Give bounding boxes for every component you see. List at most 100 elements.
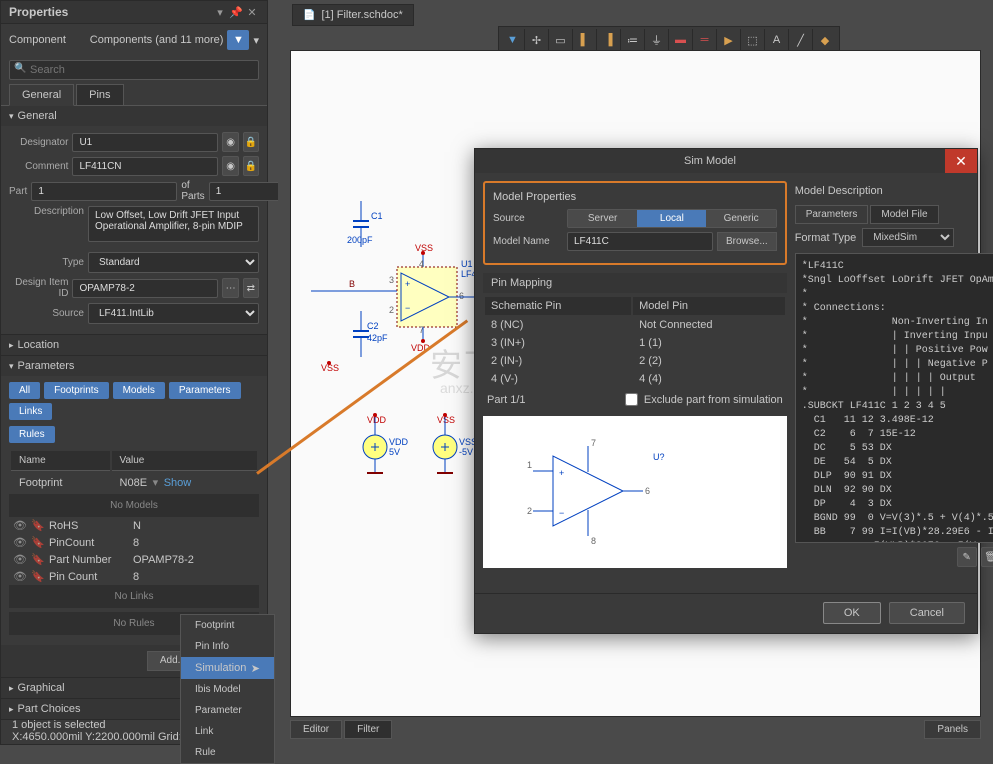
panels-button[interactable]: Panels [924,720,981,739]
pin-row[interactable]: 2 (IN-)2 (2) [485,353,785,369]
param-row[interactable]: 👁🔖Part NumberOPAMP78-2 [9,551,259,568]
description-input[interactable]: Low Offset, Low Drift JFET Input Operati… [88,206,259,242]
section-parameters[interactable]: Parameters [1,356,267,376]
tag-icon: 🔖 [31,519,45,532]
filter-footprints[interactable]: Footprints [44,382,108,399]
svg-text:−: − [559,508,564,518]
source-select[interactable]: LF411.IntLib [88,303,259,324]
harness-tool-icon[interactable]: ⬚ [741,29,765,51]
eye-icon[interactable]: 👁 [13,570,27,583]
type-select[interactable]: Standard [88,252,259,273]
wire-tool-icon[interactable]: ▬ [669,29,693,51]
component-filter-row: Component Components (and 11 more) ▼ ▾ [1,24,267,56]
more-icon[interactable]: ⋯ [222,278,238,298]
eye-icon[interactable]: 👁 [13,553,27,566]
tab-parameters[interactable]: Parameters [795,205,869,224]
format-type-select[interactable]: MixedSim [862,228,954,247]
svg-text:U?: U? [653,452,665,462]
menu-rule[interactable]: Rule [181,742,274,763]
bus-tool-icon[interactable]: ═ [693,29,717,51]
filter-text: Components (and 11 more) [90,34,224,46]
visibility-icon[interactable]: ◉ [222,156,238,176]
source-local[interactable]: Local [637,210,706,227]
model-properties-group: Model Properties Source Server Local Gen… [483,181,787,265]
pin-row[interactable]: 8 (NC)Not Connected [485,317,785,333]
align-left-icon[interactable]: ▌ [573,29,597,51]
comment-input[interactable] [72,157,218,176]
filter-dropdown-icon[interactable]: ▾ [253,34,259,47]
tab-filter[interactable]: Filter [344,720,392,739]
funnel-icon: ▼ [233,34,244,46]
tab-general[interactable]: General [9,84,74,106]
swap-icon[interactable]: ⇄ [243,278,259,298]
text-tool-icon[interactable]: A [765,29,789,51]
eye-icon[interactable]: 👁 [13,519,27,532]
param-row[interactable]: 👁🔖RoHSN [9,517,259,534]
menu-ibis-model[interactable]: Ibis Model [181,679,274,700]
filter-models[interactable]: Models [113,382,165,399]
menu-parameter[interactable]: Parameter [181,700,274,721]
menu-simulation[interactable]: Simulation ➤ [181,657,274,679]
visibility-icon[interactable]: ◉ [222,132,238,152]
align-tool-icon[interactable]: ▐ [597,29,621,51]
select-tool-icon[interactable]: ▭ [549,29,573,51]
filter-all[interactable]: All [9,382,40,399]
filter-rules[interactable]: Rules [9,426,55,443]
svg-text:U1: U1 [461,259,473,269]
search-input[interactable] [9,60,259,80]
menu-link[interactable]: Link [181,721,274,742]
svg-text:1: 1 [527,460,532,470]
browse-button[interactable]: Browse... [717,232,777,251]
lock-icon[interactable]: 🔒 [243,132,259,152]
section-location[interactable]: Location [1,335,267,355]
net-tool-icon[interactable]: ≔ [621,29,645,51]
pin-icon[interactable]: 📌 [229,5,243,19]
designator-input[interactable] [72,133,218,152]
eye-icon[interactable]: 👁 [13,536,27,549]
panel-title: Properties [9,5,68,19]
tab-editor[interactable]: Editor [290,720,342,739]
model-name-input[interactable] [567,232,713,251]
exclude-checkbox[interactable] [625,393,638,406]
exclude-label: Exclude part from simulation [644,394,783,406]
filter-tool-icon[interactable]: ▼ [501,29,525,51]
cancel-button[interactable]: Cancel [889,602,965,624]
show-link[interactable]: Show [164,477,192,489]
menu-pin-info[interactable]: Pin Info [181,636,274,657]
ground-tool-icon[interactable]: ⏚ [645,29,669,51]
param-row[interactable]: 👁🔖Pin Count8 [9,568,259,585]
source-generic[interactable]: Generic [706,210,775,227]
modal-title: Sim Model [475,150,945,172]
part-input[interactable] [31,182,177,201]
menu-footprint[interactable]: Footprint [181,615,274,636]
move-tool-icon[interactable]: ✢ [525,29,549,51]
param-row[interactable]: 👁🔖PinCount8 [9,534,259,551]
pin-row[interactable]: 3 (IN+)1 (1) [485,335,785,351]
port-tool-icon[interactable]: ▶ [717,29,741,51]
filter-links[interactable]: Links [9,403,52,420]
lock-icon[interactable]: 🔒 [243,156,259,176]
table-row[interactable]: FootprintN08E ▾ Show [11,473,257,492]
ok-button[interactable]: OK [823,602,881,624]
line-tool-icon[interactable]: ╱ [789,29,813,51]
source-server[interactable]: Server [568,210,637,227]
of-parts-label: of Parts [181,180,204,202]
shape-tool-icon[interactable]: ◆ [813,29,837,51]
tab-pins[interactable]: Pins [76,84,123,105]
design-item-input[interactable] [72,279,218,298]
pin-row[interactable]: 4 (V-)4 (4) [485,371,785,387]
edit-icon[interactable]: ✎ [957,547,977,567]
delete-icon[interactable]: 🗑 [981,547,993,567]
model-code[interactable]: *LF411C *Sngl LoOffset LoDrift JFET OpAm… [795,253,993,543]
document-tab[interactable]: [1] Filter.schdoc* [292,4,414,26]
close-icon[interactable]: ✕ [245,5,259,19]
pin-mapping-header[interactable]: Pin Mapping [483,273,787,293]
svg-text:VDD: VDD [367,415,387,425]
dropdown-icon[interactable]: ▾ [213,5,227,19]
tab-model-file[interactable]: Model File [870,205,938,224]
close-button[interactable]: ✕ [945,149,977,173]
filter-parameters[interactable]: Parameters [169,382,241,399]
section-general[interactable]: General [1,106,267,126]
svg-text:+: + [559,468,564,478]
filter-button[interactable]: ▼ [227,30,249,50]
